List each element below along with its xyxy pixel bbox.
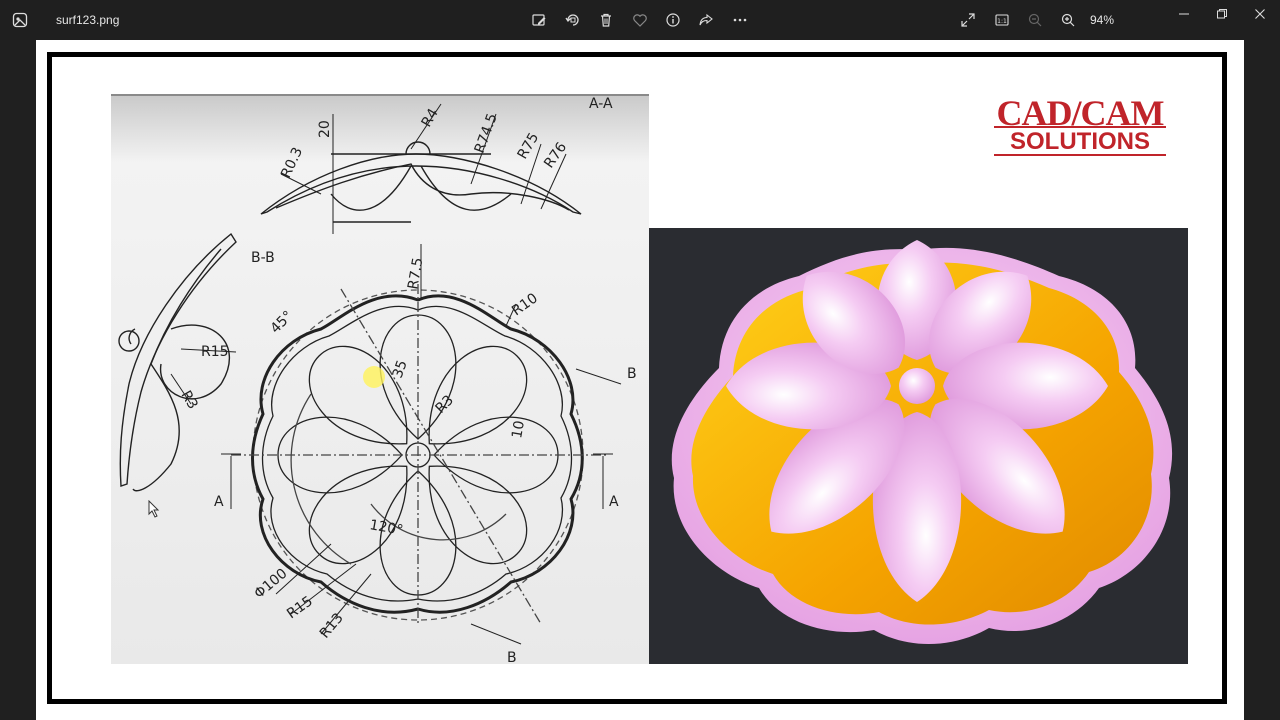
minimize-button[interactable] bbox=[1171, 4, 1197, 24]
zoom-in-icon bbox=[1061, 13, 1075, 27]
dim-r15: R15 bbox=[201, 344, 229, 360]
mouse-cursor-icon bbox=[148, 499, 160, 523]
minimize-icon bbox=[1179, 13, 1189, 15]
cadcam-logo: CAD/CAM SOLUTIONS bbox=[990, 92, 1170, 158]
info-button[interactable] bbox=[663, 10, 683, 30]
restore-icon bbox=[1217, 9, 1227, 19]
fullscreen-icon bbox=[961, 13, 975, 27]
zoom-in-button[interactable] bbox=[1058, 10, 1078, 30]
edit-image-button[interactable] bbox=[529, 10, 549, 30]
close-button[interactable] bbox=[1247, 4, 1273, 24]
label-a-left: A bbox=[214, 494, 224, 510]
center-dome bbox=[899, 368, 935, 404]
technical-drawing: A-A B-B R0.3 20 R4 R74.5 R75 R76 R7.5 R1… bbox=[111, 94, 649, 666]
more-icon bbox=[733, 18, 747, 22]
title-bar: surf123.png 1:1 94% bbox=[0, 0, 1280, 40]
zoom-out-icon bbox=[1028, 13, 1042, 27]
3d-render bbox=[649, 228, 1188, 664]
delete-icon bbox=[601, 13, 611, 27]
share-icon bbox=[699, 13, 713, 26]
svg-text:1:1: 1:1 bbox=[997, 18, 1007, 25]
zoom-out-button[interactable] bbox=[1025, 10, 1045, 30]
dim-10: 10 bbox=[509, 419, 528, 439]
more-button[interactable] bbox=[730, 10, 750, 30]
edit-image-icon bbox=[532, 14, 546, 26]
actual-size-button[interactable]: 1:1 bbox=[992, 10, 1012, 30]
section-label-bb: B-B bbox=[251, 250, 275, 266]
fullscreen-button[interactable] bbox=[958, 10, 978, 30]
rotate-icon bbox=[565, 14, 579, 26]
info-icon bbox=[666, 13, 680, 27]
favorite-icon bbox=[633, 14, 647, 27]
logo-rule-bottom bbox=[994, 154, 1166, 156]
zoom-level[interactable]: 94% bbox=[1090, 13, 1114, 27]
logo-line2: SOLUTIONS bbox=[1009, 128, 1150, 155]
label-b-bottom: B bbox=[507, 650, 517, 664]
delete-button[interactable] bbox=[596, 10, 616, 30]
restore-button[interactable] bbox=[1209, 4, 1235, 24]
rotate-button[interactable] bbox=[563, 10, 583, 30]
favorite-button[interactable] bbox=[630, 10, 650, 30]
close-icon bbox=[1255, 9, 1265, 19]
label-a-right: A bbox=[609, 494, 619, 510]
actual-size-icon: 1:1 bbox=[995, 14, 1009, 26]
share-button[interactable] bbox=[696, 10, 716, 30]
dim-20: 20 bbox=[317, 120, 333, 138]
cursor-highlight bbox=[363, 366, 385, 388]
section-label-aa: A-A bbox=[589, 96, 613, 112]
file-name: surf123.png bbox=[56, 13, 120, 27]
photos-app-icon bbox=[12, 12, 28, 28]
label-b-top: B bbox=[627, 366, 637, 382]
